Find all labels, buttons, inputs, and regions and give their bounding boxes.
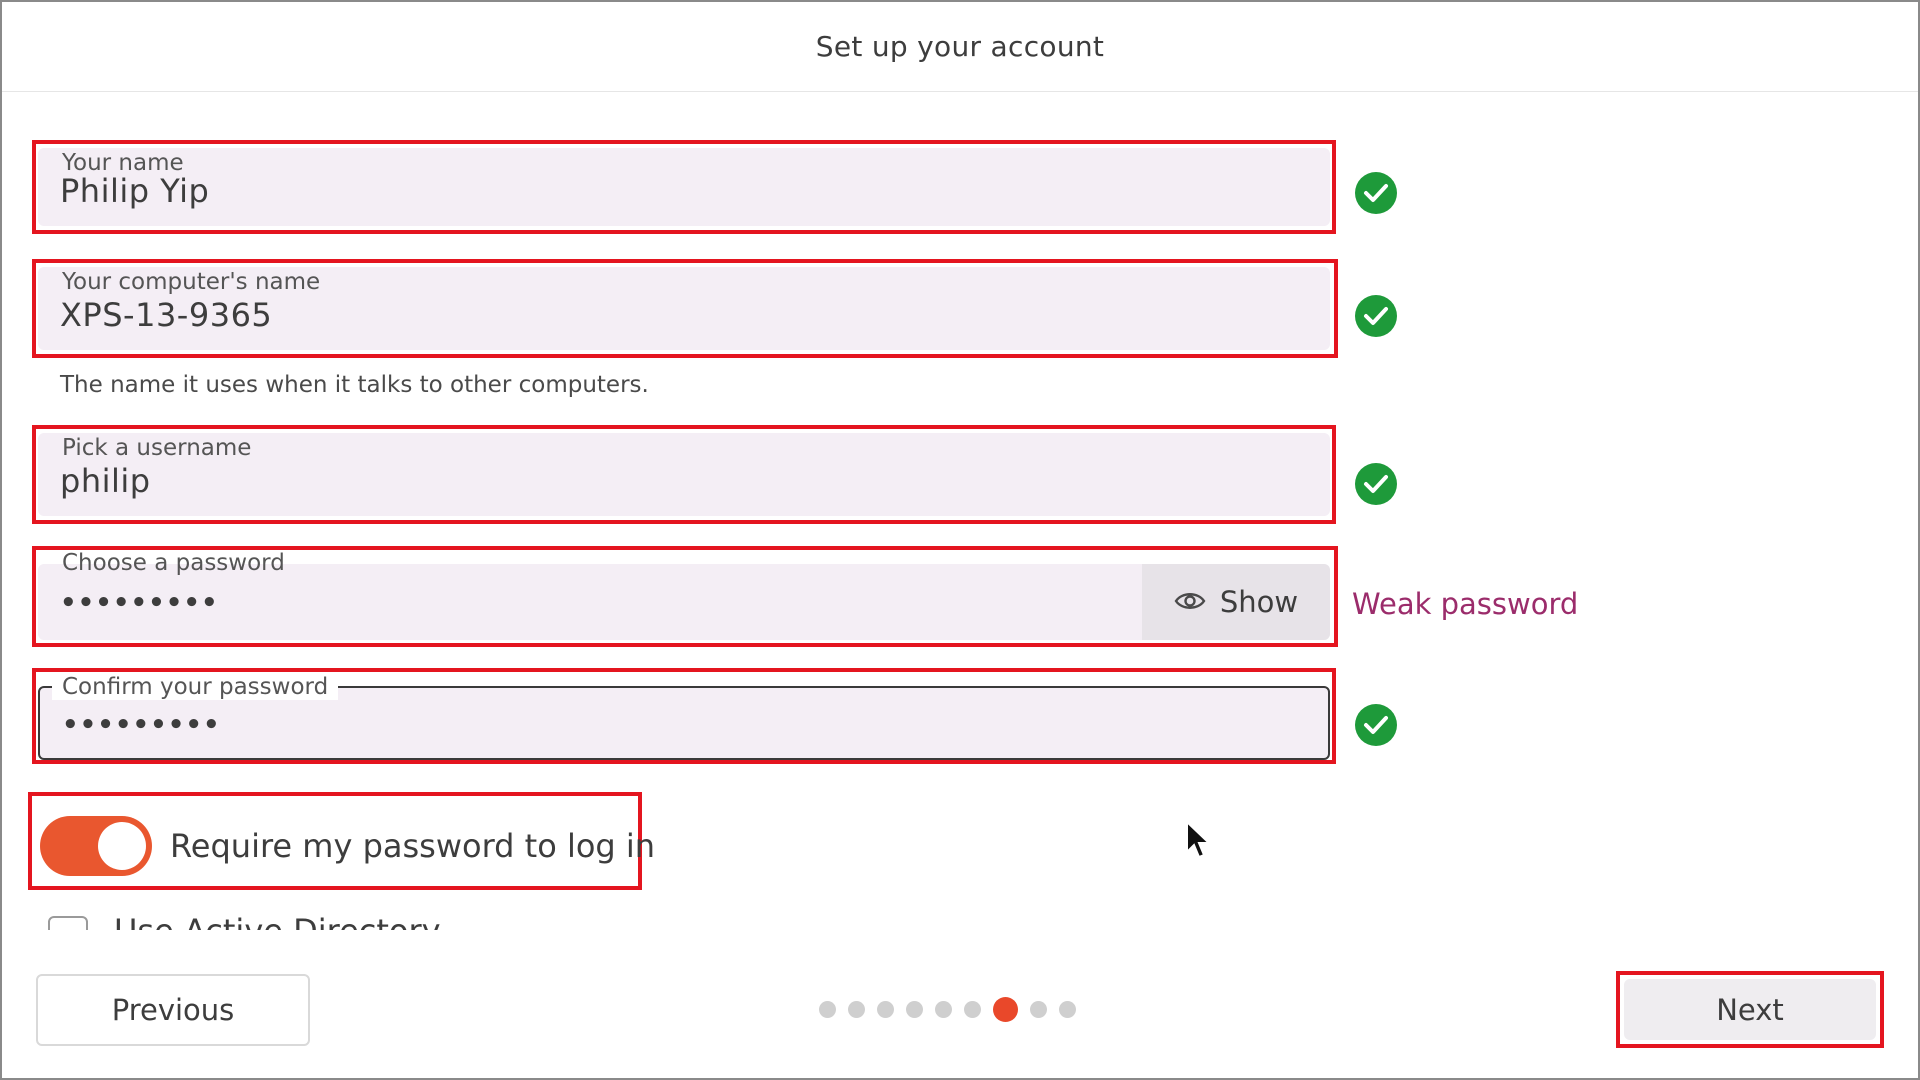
password-value: ••••••••• [60, 588, 219, 618]
username-value: philip [60, 462, 151, 500]
header-bar: Set up your account [2, 2, 1918, 92]
step-dot [935, 1000, 952, 1018]
computer-valid-check-icon [1355, 295, 1397, 337]
next-button-label: Next [1716, 992, 1784, 1027]
active-directory-row[interactable]: Use Active Directory [42, 914, 642, 930]
username-field[interactable]: Pick a username philip [38, 433, 1330, 516]
installer-window: Set up your account Your name Philip Yip… [0, 0, 1920, 1080]
require-password-label: Require my password to log in [170, 827, 656, 865]
step-dot [819, 1000, 836, 1018]
next-button[interactable]: Next [1624, 979, 1876, 1040]
name-field[interactable]: Your name Philip Yip [38, 148, 1330, 226]
eye-icon [1174, 585, 1206, 619]
page-title: Set up your account [815, 30, 1105, 63]
step-dot [993, 996, 1018, 1022]
computer-name-helper: The name it uses when it talks to other … [60, 372, 649, 398]
name-field-value: Philip Yip [60, 172, 210, 210]
confirm-password-value: ••••••••• [62, 710, 221, 740]
previous-button-label: Previous [111, 993, 235, 1027]
active-directory-label: Use Active Directory [114, 914, 441, 930]
username-valid-check-icon [1355, 463, 1397, 505]
name-valid-check-icon [1355, 172, 1397, 214]
active-directory-checkbox[interactable] [48, 916, 88, 930]
show-password-button[interactable]: Show [1142, 564, 1330, 640]
mouse-pointer-icon [1185, 819, 1212, 864]
toggle-knob [98, 822, 146, 870]
previous-button[interactable]: Previous [36, 974, 310, 1046]
show-password-label: Show [1219, 585, 1299, 619]
computer-name-field[interactable]: Your computer's name XPS-13-9365 [38, 267, 1330, 350]
password-label: Choose a password [62, 550, 285, 576]
password-strength: Weak password [1352, 587, 1579, 621]
computer-name-label: Your computer's name [62, 269, 321, 295]
step-dot [848, 1000, 865, 1018]
computer-name-value: XPS-13-9365 [60, 296, 273, 334]
step-progress [819, 996, 1076, 1022]
confirm-password-label: Confirm your password [52, 674, 339, 700]
require-password-toggle[interactable] [40, 816, 152, 876]
step-dot [877, 1000, 894, 1018]
password-field[interactable]: Choose a password ••••••••• Show [38, 550, 1330, 640]
confirm-valid-check-icon [1355, 704, 1397, 746]
step-dot [906, 1000, 923, 1018]
step-dot [964, 1000, 981, 1018]
step-dot [1059, 1000, 1076, 1018]
username-label: Pick a username [62, 435, 252, 461]
step-dot [1030, 1000, 1047, 1018]
confirm-password-field[interactable]: Confirm your password ••••••••• [38, 674, 1330, 760]
